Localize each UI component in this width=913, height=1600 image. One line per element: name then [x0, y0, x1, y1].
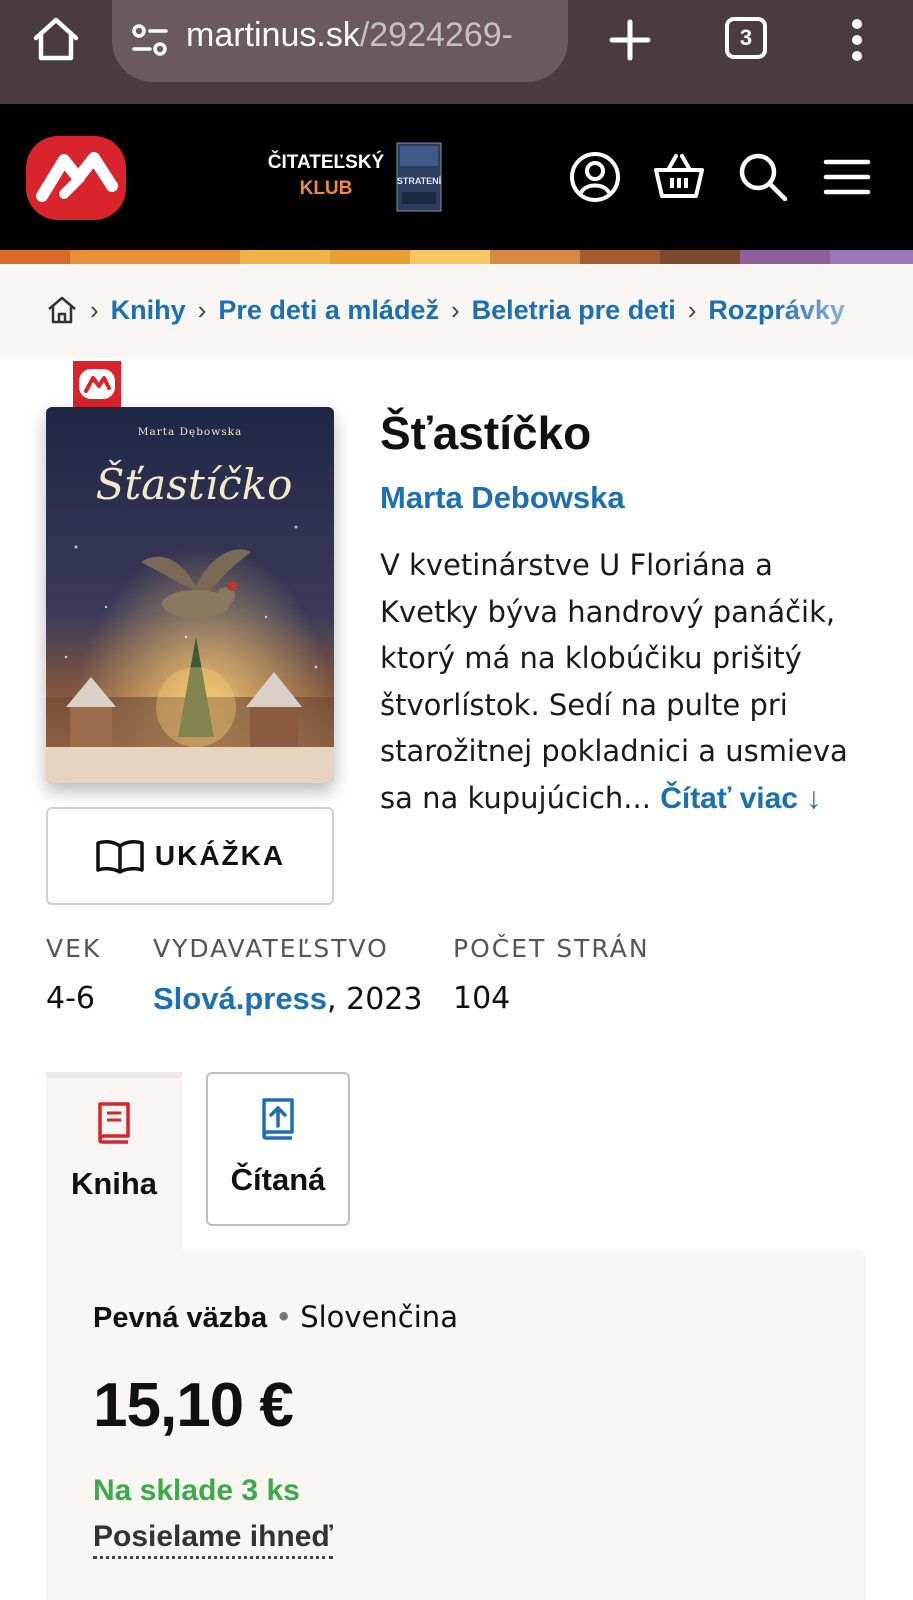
- address-bar[interactable]: martinus.sk/2924269-: [112, 0, 568, 82]
- breadcrumb: › Knihy › Pre deti a mládež › Beletria p…: [0, 264, 913, 358]
- publisher-year: , 2023: [327, 982, 423, 1017]
- sample-button[interactable]: UKÁŽKA: [46, 807, 334, 905]
- url-path: /2924269-: [359, 16, 513, 54]
- breadcrumb-item-knihy[interactable]: Knihy: [111, 295, 186, 326]
- martinus-logo[interactable]: [24, 134, 128, 222]
- breadcrumb-home-icon[interactable]: [46, 294, 78, 326]
- breadcrumb-item-beletria[interactable]: Beletria pre deti: [472, 295, 676, 326]
- cover-author: Marta Dębowska: [138, 426, 243, 438]
- breadcrumb-item-pre-deti[interactable]: Pre deti a mládež: [218, 295, 439, 326]
- site-header: ČITATEĽSKÝ KLUB STRATENÍ: [0, 104, 913, 250]
- search-icon[interactable]: [736, 150, 790, 204]
- breadcrumb-separator: ›: [450, 294, 460, 325]
- cover-title: Šťastíčko: [96, 459, 293, 509]
- price: 15,10 €: [93, 1371, 294, 1440]
- book-title: Šťastíčko: [380, 407, 592, 459]
- age-value: 4-6: [46, 981, 95, 1016]
- read-more-link[interactable]: Čítať viac ↓: [660, 782, 821, 815]
- reader-club-link[interactable]: ČITATEĽSKÝ KLUB: [266, 150, 386, 202]
- pages-value: 104: [453, 981, 511, 1016]
- publisher-link[interactable]: Slová.press: [153, 981, 327, 1016]
- martinus-badge-icon: [73, 361, 121, 407]
- age-label: VEK: [46, 934, 102, 963]
- breadcrumb-fade: [773, 264, 913, 358]
- author-link[interactable]: Marta Debowska: [380, 480, 625, 516]
- audiobook-icon: [262, 1098, 294, 1140]
- book-description: V kvetinárstve U Floriána a Kvetky býva …: [380, 542, 870, 822]
- format-line: Pevná väzba • Slovenčina: [93, 1300, 458, 1335]
- url-text: martinus.sk/2924269-: [186, 16, 556, 55]
- format-separator: •: [275, 1300, 293, 1334]
- new-tab-icon[interactable]: [606, 16, 654, 64]
- club-book-image[interactable]: STRATENÍ: [396, 142, 442, 212]
- book-icon: [98, 1102, 130, 1144]
- pages-label: POČET STRÁN: [453, 934, 650, 963]
- club-book-title: STRATENÍ: [397, 176, 442, 186]
- tab-citana-label: Čítaná: [230, 1162, 326, 1197]
- meta-publisher: VYDAVATEĽSTVO Slová.press, 2023: [153, 934, 422, 1017]
- header-color-stripe: [0, 250, 913, 264]
- breadcrumb-separator: ›: [687, 294, 697, 325]
- hamburger-menu-icon[interactable]: [820, 150, 874, 204]
- more-menu-icon[interactable]: [842, 14, 872, 66]
- basket-icon[interactable]: [652, 150, 706, 204]
- binding-type: Pevná väzba: [93, 1302, 268, 1334]
- sample-button-label: UKÁŽKA: [154, 840, 286, 871]
- description-text: V kvetinárstve U Floriána a Kvetky býva …: [380, 548, 848, 815]
- open-book-icon: [96, 840, 144, 874]
- tab-switcher-icon[interactable]: 3: [725, 17, 767, 59]
- browser-toolbar: martinus.sk/2924269- 3: [0, 0, 913, 104]
- stock-status: Na sklade 3 ks: [93, 1474, 300, 1507]
- account-icon[interactable]: [568, 150, 622, 204]
- meta-age: VEK 4-6: [46, 934, 101, 1016]
- club-line2: KLUB: [299, 178, 353, 199]
- publisher-label: VYDAVATEĽSTVO: [153, 934, 389, 963]
- publisher-value: Slová.press, 2023: [153, 981, 422, 1017]
- shipping-info[interactable]: Posielame ihneď: [93, 1520, 333, 1559]
- home-icon[interactable]: [30, 14, 82, 66]
- url-domain: martinus.sk: [186, 16, 360, 54]
- club-line1: ČITATEĽSKÝ: [267, 152, 385, 173]
- tab-kniha[interactable]: Kniha: [46, 1072, 182, 1226]
- site-settings-icon[interactable]: [130, 22, 170, 58]
- book-cover[interactable]: Marta Dębowska Šťastíčko: [46, 407, 334, 783]
- tab-citana[interactable]: Čítaná: [206, 1072, 350, 1226]
- meta-pages: POČET STRÁN 104: [453, 934, 650, 1016]
- tab-kniha-label: Kniha: [70, 1166, 158, 1201]
- breadcrumb-separator: ›: [197, 294, 207, 325]
- breadcrumb-separator: ›: [90, 294, 99, 325]
- language: Slovenčina: [300, 1300, 458, 1334]
